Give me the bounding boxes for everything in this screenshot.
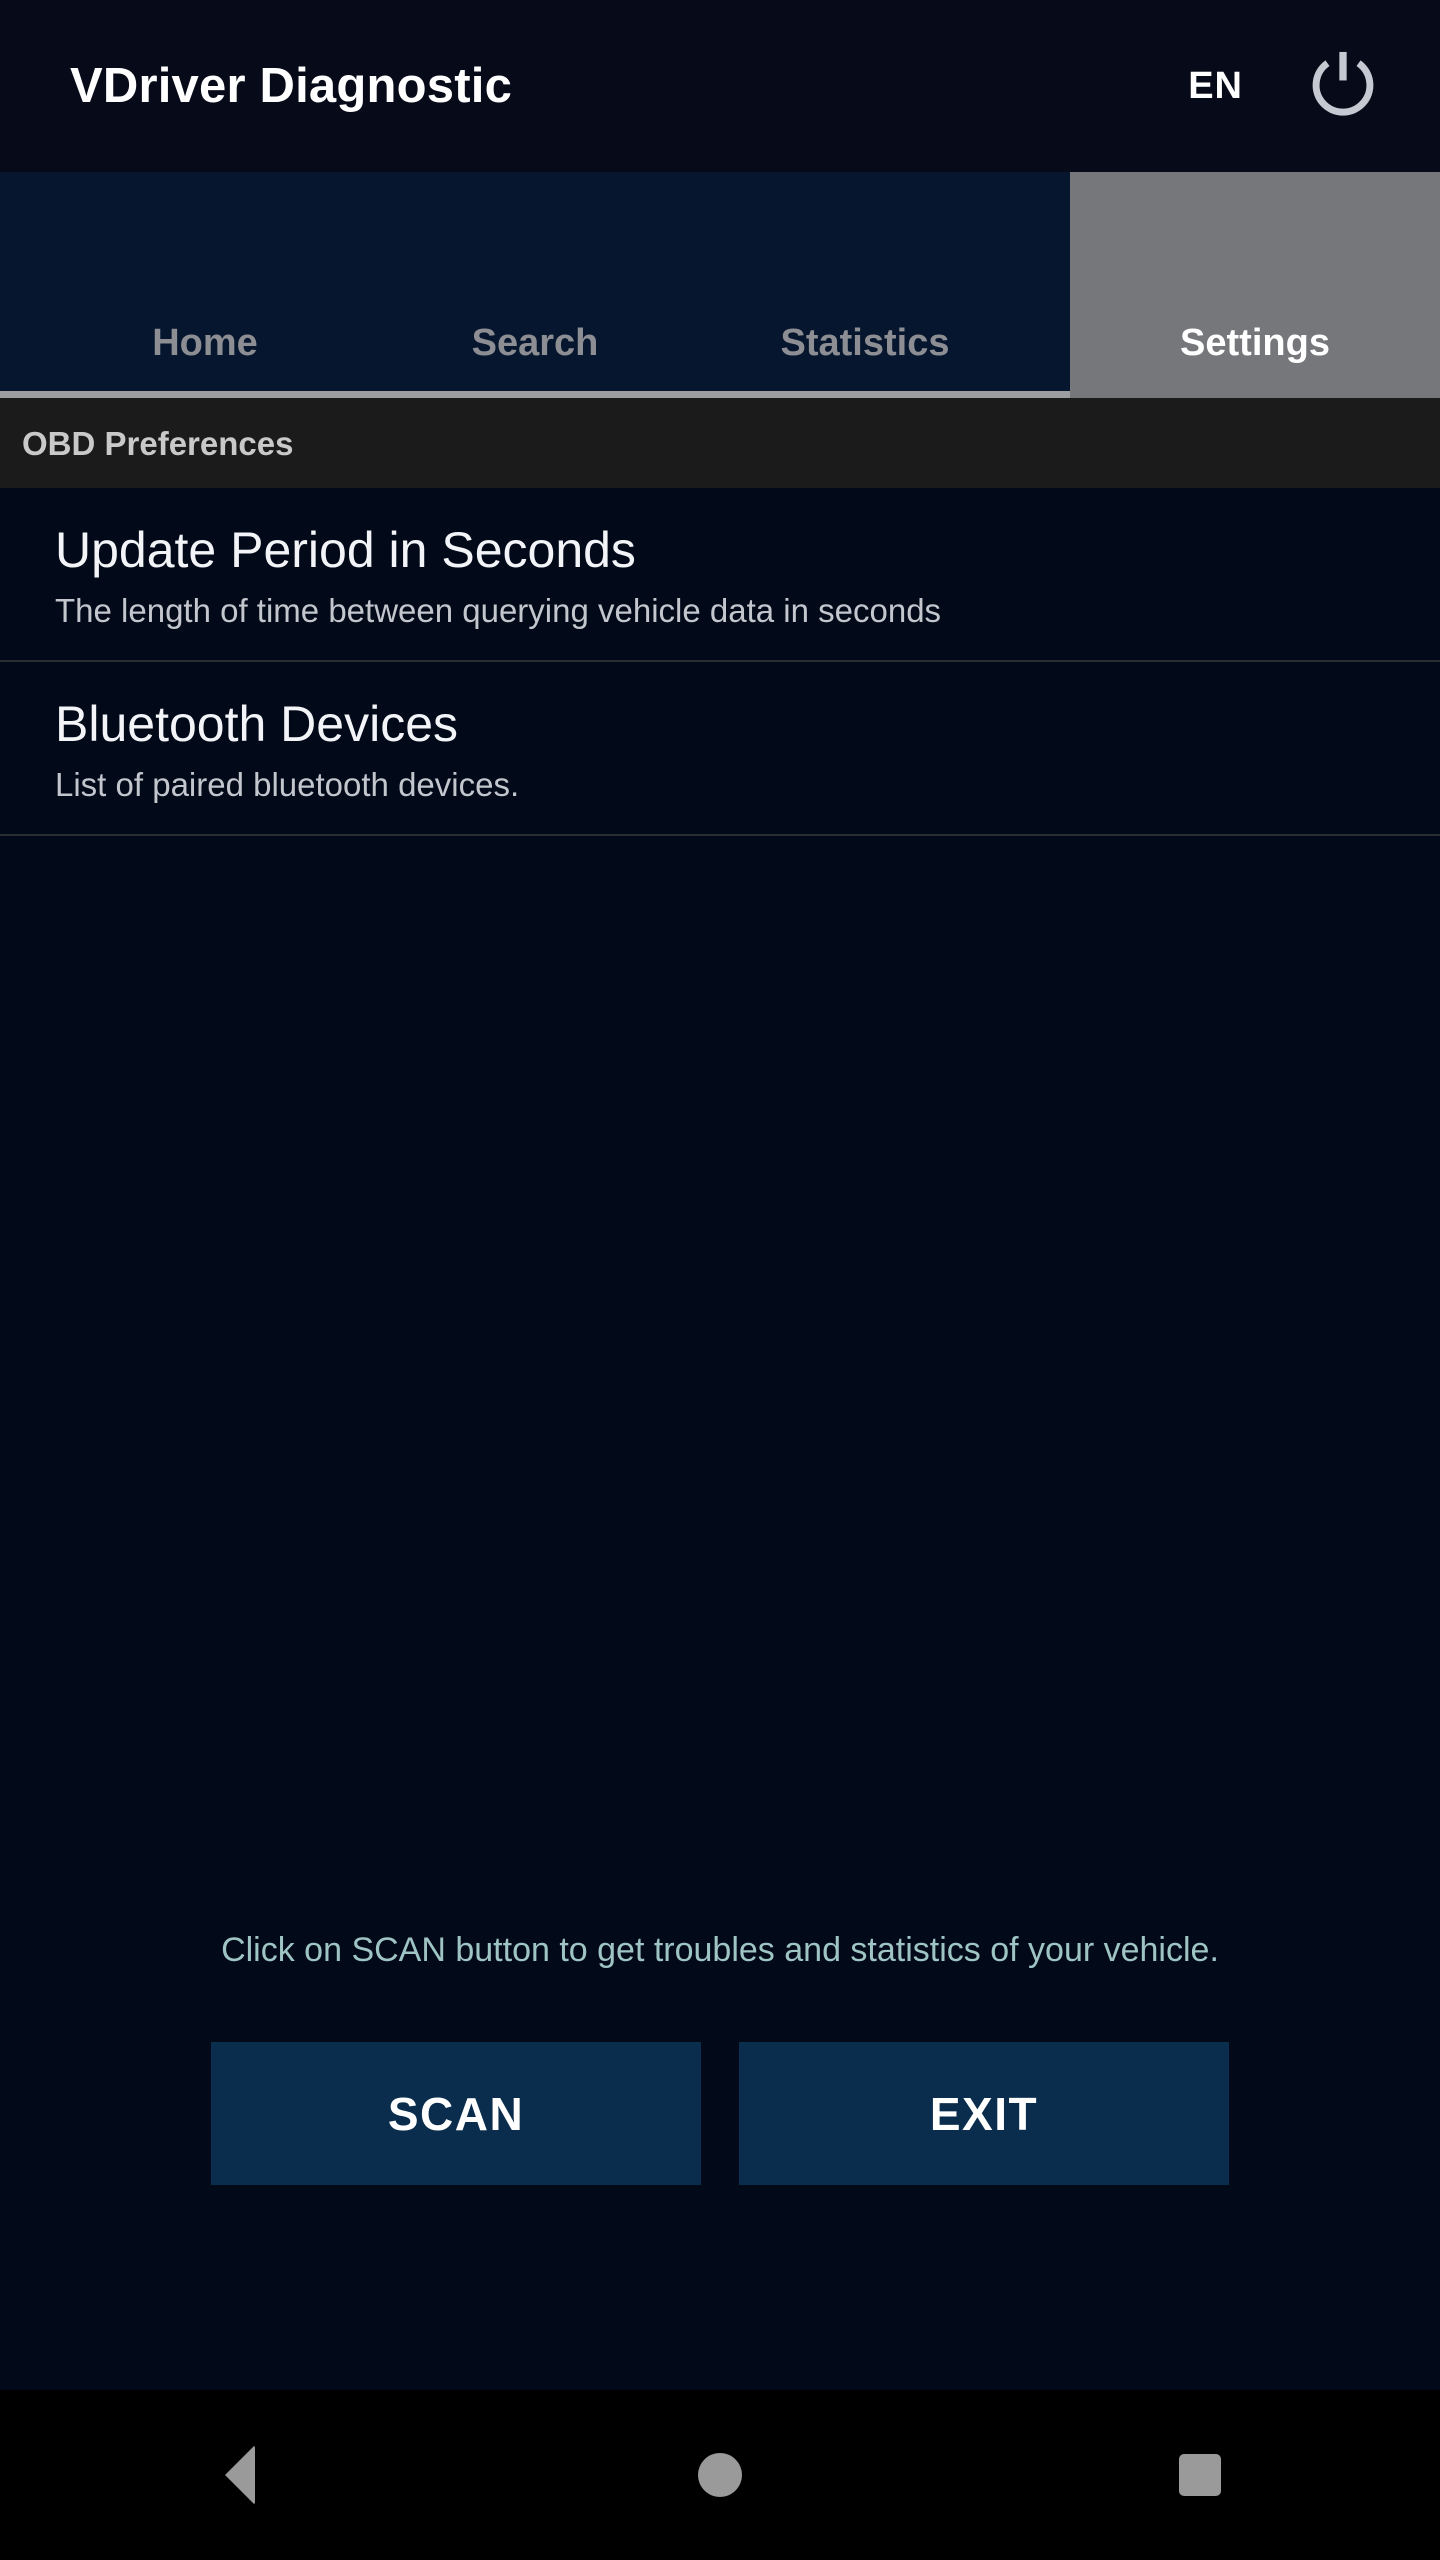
- tab-home[interactable]: Home: [0, 172, 410, 398]
- back-triangle-icon: [225, 2445, 255, 2505]
- scan-button[interactable]: SCAN: [211, 2042, 701, 2185]
- preference-summary: List of paired bluetooth devices.: [55, 765, 520, 803]
- preference-title: Update Period in Seconds: [55, 522, 636, 578]
- tab-search[interactable]: Search: [410, 172, 660, 398]
- preference-item-bluetooth-devices[interactable]: Bluetooth Devices List of paired bluetoo…: [0, 661, 1440, 836]
- tab-settings-label: Settings: [1180, 322, 1330, 364]
- language-selector[interactable]: EN: [1188, 67, 1243, 105]
- section-header-obd-preferences: OBD Preferences: [0, 398, 1440, 488]
- system-navigation-bar: [0, 2390, 1440, 2560]
- nav-recents-button[interactable]: [960, 2390, 1440, 2560]
- tab-statistics[interactable]: Statistics: [660, 172, 1070, 398]
- section-header-label: OBD Preferences: [22, 424, 294, 462]
- preference-summary: The length of time between querying vehi…: [55, 592, 942, 629]
- scan-hint-text: Click on SCAN button to get troubles and…: [221, 1931, 1219, 1969]
- app-bar: VDriver Diagnostic EN: [0, 0, 1440, 172]
- preference-title: Bluetooth Devices: [55, 695, 459, 752]
- preference-list: Update Period in Seconds The length of t…: [0, 488, 1440, 836]
- exit-button[interactable]: EXIT: [739, 2042, 1229, 2185]
- power-icon: [1305, 48, 1381, 124]
- tab-bar: Home Search Statistics Settings: [0, 172, 1440, 398]
- app-root: VDriver Diagnostic EN Home Search Statis…: [0, 0, 1440, 2560]
- scan-button-label: SCAN: [387, 2087, 525, 2140]
- tab-settings[interactable]: Settings: [1070, 172, 1440, 398]
- exit-button-label: EXIT: [929, 2087, 1039, 2140]
- action-button-row: SCAN EXIT: [0, 2042, 1440, 2185]
- nav-home-button[interactable]: [480, 2390, 960, 2560]
- nav-back-button[interactable]: [0, 2390, 480, 2560]
- tab-search-label: Search: [471, 322, 599, 364]
- recents-square-icon: [1179, 2454, 1221, 2496]
- tab-home-label: Home: [152, 322, 258, 364]
- page-title: VDriver Diagnostic: [70, 58, 513, 113]
- tab-statistics-label: Statistics: [780, 322, 950, 364]
- power-button[interactable]: [1298, 41, 1388, 131]
- preference-item-update-period[interactable]: Update Period in Seconds The length of t…: [0, 488, 1440, 662]
- home-circle-icon: [698, 2453, 742, 2497]
